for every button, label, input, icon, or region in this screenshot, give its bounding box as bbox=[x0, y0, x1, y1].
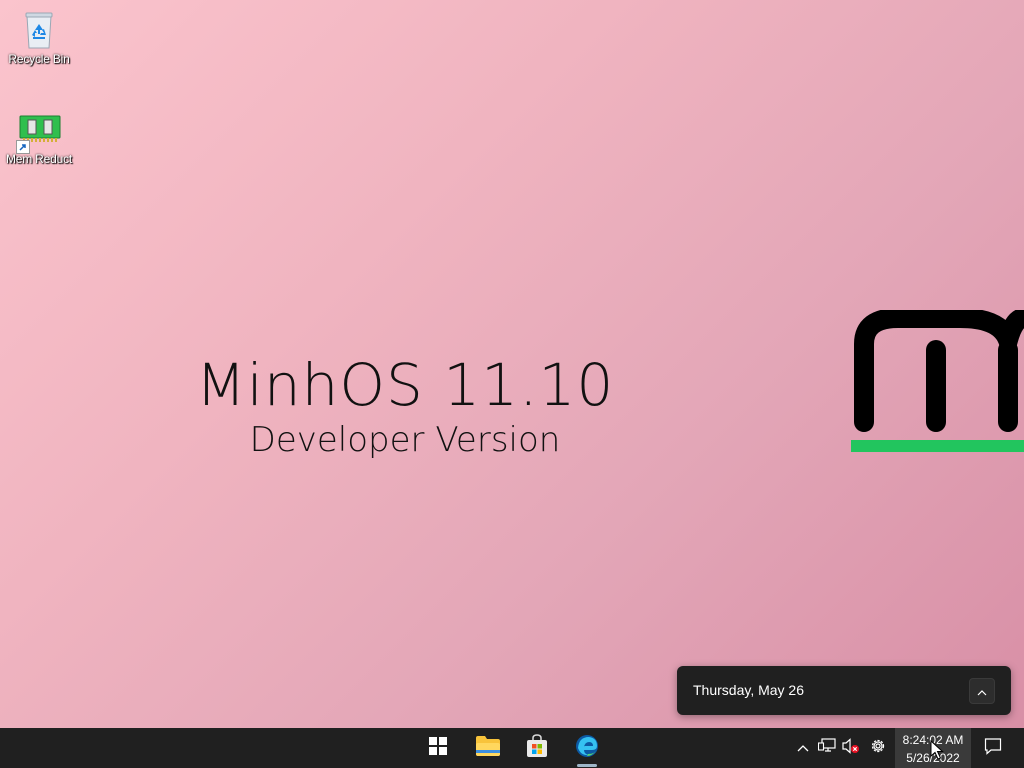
shortcut-arrow-icon bbox=[16, 140, 30, 154]
taskbar: 8:24:02 AM 5/26/2022 bbox=[0, 728, 1024, 768]
os-edition: Developer Version bbox=[249, 420, 561, 460]
recycle-bin-icon bbox=[19, 10, 59, 50]
store-icon bbox=[525, 733, 549, 763]
folder-icon bbox=[475, 735, 501, 762]
flyout-collapse-button[interactable] bbox=[969, 678, 995, 704]
mouse-cursor-icon bbox=[930, 739, 944, 765]
taskbar-edge[interactable] bbox=[567, 728, 607, 768]
edge-browser-icon bbox=[575, 734, 599, 763]
gear-icon bbox=[869, 737, 887, 760]
chevron-up-icon bbox=[797, 739, 809, 757]
flyout-date: Thursday, May 26 bbox=[693, 682, 805, 698]
date-flyout: Thursday, May 26 bbox=[677, 666, 1011, 715]
os-name: MinhOS 11.10 bbox=[195, 351, 615, 419]
minhos-m-logo bbox=[850, 308, 1024, 460]
windows-start-icon bbox=[429, 736, 447, 760]
network-disconnected-icon bbox=[817, 737, 836, 759]
notification-icon bbox=[984, 737, 1002, 760]
logo-underline bbox=[851, 440, 1024, 452]
notification-center-button[interactable] bbox=[975, 728, 1010, 768]
taskbar-microsoft-store[interactable] bbox=[517, 728, 557, 768]
desktop-icon-recycle-bin[interactable]: Recycle Bin bbox=[1, 10, 77, 66]
volume-muted-icon bbox=[841, 737, 861, 759]
taskbar-file-explorer[interactable] bbox=[468, 728, 508, 768]
desktop-icon-label: Mem Reduct bbox=[5, 152, 73, 166]
tray-volume-button[interactable] bbox=[841, 737, 861, 759]
mem-reduct-icon bbox=[16, 110, 61, 154]
tray-show-hidden-button[interactable] bbox=[793, 738, 813, 758]
os-branding: MinhOS 11.10 Developer Version bbox=[150, 350, 660, 460]
start-button[interactable] bbox=[418, 728, 458, 768]
desktop-icon-label: Recycle Bin bbox=[8, 52, 70, 66]
desktop-icon-mem-reduct[interactable]: Mem Reduct bbox=[1, 110, 77, 166]
desktop[interactable]: Recycle Bin Mem Reduct MinhOS 11.10 Deve… bbox=[0, 0, 1024, 728]
chevron-up-icon bbox=[977, 683, 987, 699]
tray-network-button[interactable] bbox=[817, 737, 837, 759]
tray-settings-button[interactable] bbox=[868, 738, 888, 758]
